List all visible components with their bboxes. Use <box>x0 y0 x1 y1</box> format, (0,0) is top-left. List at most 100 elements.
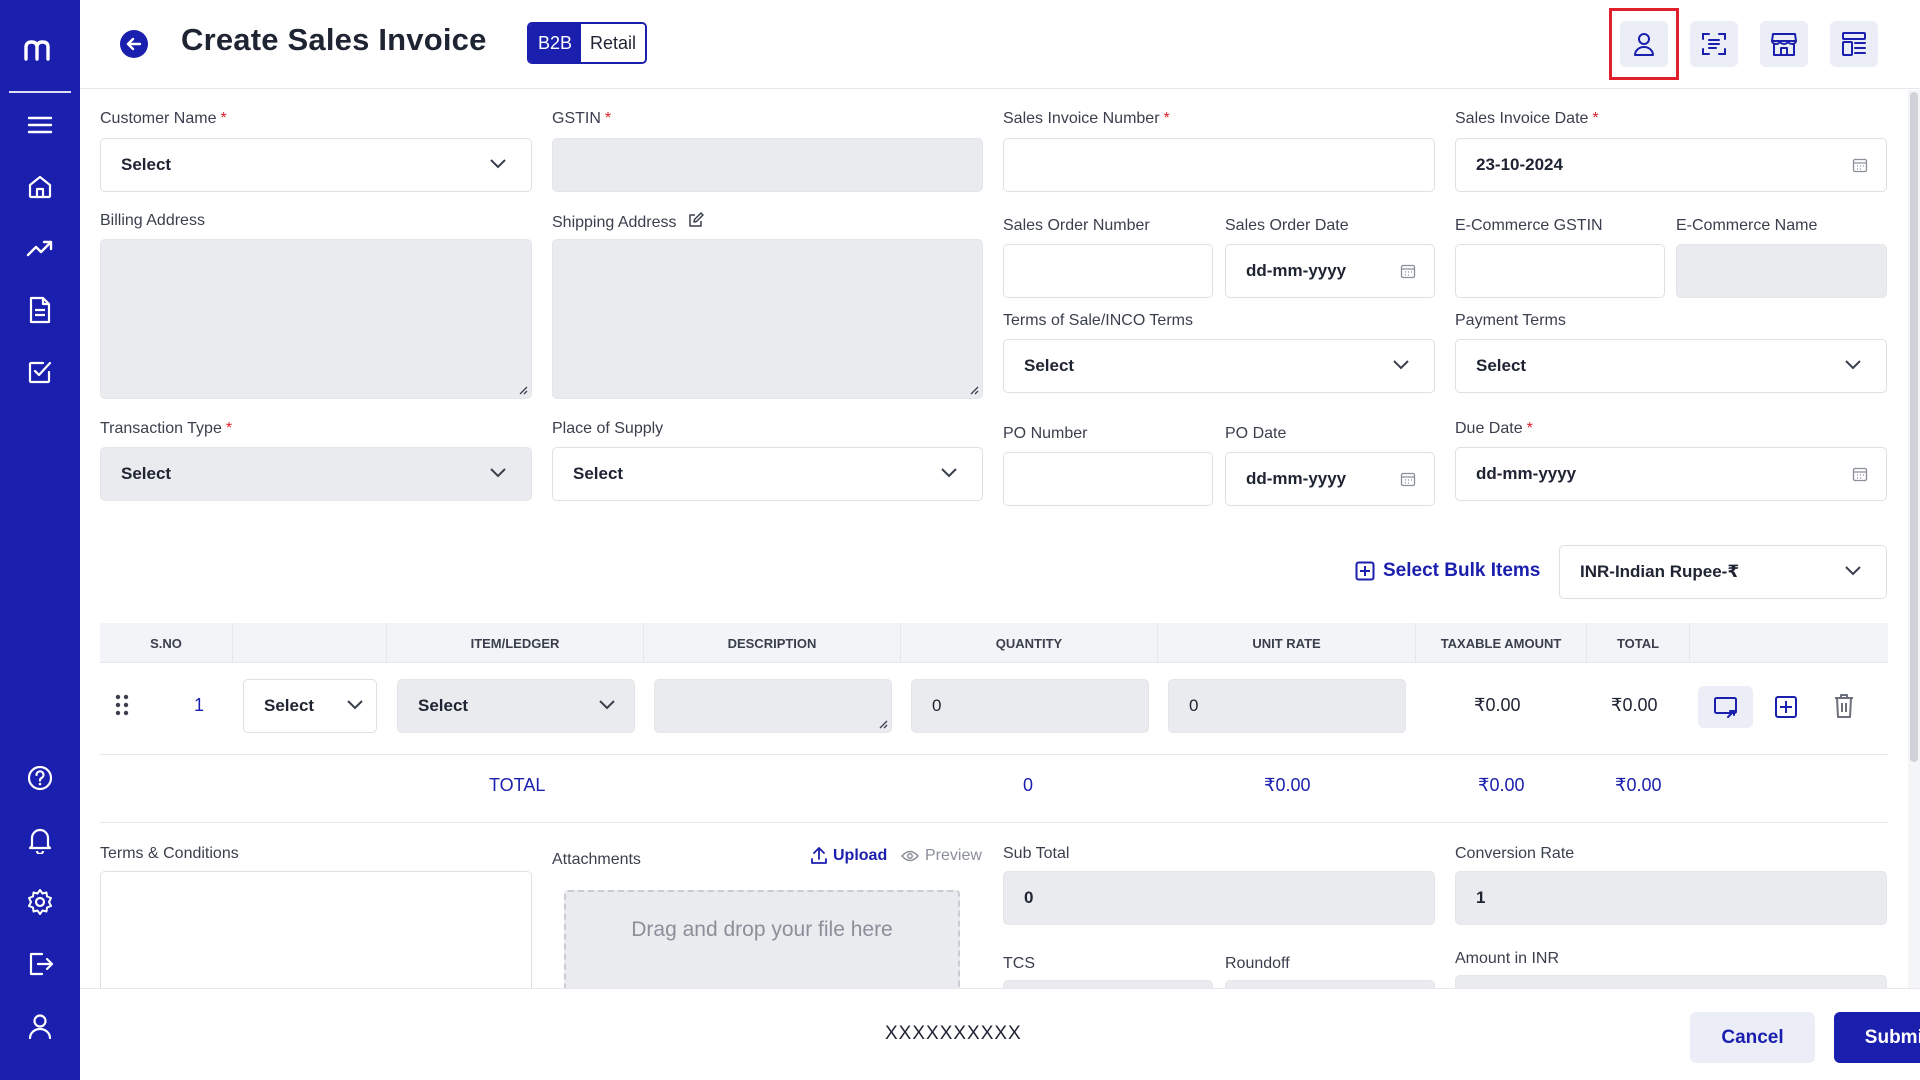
footer-code: XXXXXXXXXX <box>885 1023 1022 1044</box>
toggle-b2b[interactable]: B2B <box>529 24 582 62</box>
b2b-retail-toggle[interactable]: B2B Retail <box>527 22 648 64</box>
upload-button[interactable]: Upload <box>811 847 887 865</box>
page-title: Create Sales Invoice <box>181 22 487 57</box>
sub-total-input[interactable]: 0 <box>1003 871 1435 925</box>
bell-icon[interactable] <box>24 824 56 856</box>
edit-icon[interactable] <box>687 212 704 229</box>
payment-terms-select[interactable]: Select <box>1455 339 1887 393</box>
document-icon[interactable] <box>24 294 56 326</box>
row-description-textarea[interactable] <box>654 679 892 733</box>
col-taxable-amount: TAXABLE AMOUNT <box>1416 623 1587 663</box>
chevron-down-icon <box>490 468 506 478</box>
customer-name-value: Select <box>121 155 172 174</box>
back-arrow-icon[interactable] <box>120 30 148 58</box>
customer-name-select[interactable]: Select <box>100 138 532 192</box>
col-quantity: QUANTITY <box>901 623 1158 663</box>
scrollbar-thumb[interactable] <box>1910 92 1918 762</box>
ecommerce-gstin-input[interactable] <box>1455 244 1665 298</box>
layout-icon[interactable] <box>1830 21 1878 67</box>
attachments-label: Attachments <box>552 851 641 868</box>
row-type-select[interactable]: Select <box>243 679 377 733</box>
col-sno: S.NO <box>100 623 233 663</box>
place-of-supply-value: Select <box>573 464 624 483</box>
invoice-form: Customer Name * GSTIN * Sales Invoice Numb… <box>80 90 1900 988</box>
place-of-supply-select[interactable]: Select <box>552 447 983 501</box>
help-icon[interactable] <box>24 762 56 794</box>
gstin-label: GSTIN * <box>552 110 612 127</box>
eye-icon <box>901 850 919 862</box>
terms-conditions-label: Terms & Conditions <box>100 845 239 862</box>
po-date-label: PO Date <box>1225 425 1287 442</box>
currency-select[interactable]: INR-Indian Rupee-₹ <box>1559 545 1887 599</box>
place-of-supply-label: Place of Supply <box>552 420 664 437</box>
upload-label: Upload <box>833 847 888 864</box>
row-item-ledger-select[interactable]: Select <box>397 679 635 733</box>
totals-divider <box>100 822 1888 823</box>
row-quantity-input[interactable]: 0 <box>911 679 1149 733</box>
gstin-input[interactable] <box>552 138 983 192</box>
preview-label: Preview <box>925 847 982 864</box>
billing-address-label: Billing Address <box>100 212 205 229</box>
transaction-type-select[interactable]: Select <box>100 447 532 501</box>
home-icon[interactable] <box>24 171 56 203</box>
shipping-address-label: Shipping Address <box>552 212 704 232</box>
row-add-icon[interactable] <box>1774 695 1798 724</box>
calendar-icon[interactable] <box>1400 471 1416 487</box>
toggle-retail[interactable]: Retail <box>581 24 646 62</box>
select-bulk-items-button[interactable]: Select Bulk Items <box>1355 560 1540 582</box>
sales-invoice-date-input[interactable]: 23-10-2024 <box>1455 138 1887 192</box>
row-divider <box>100 754 1888 755</box>
dropzone-text: Drag and drop your file here <box>631 918 893 941</box>
sales-invoice-date-label: Sales Invoice Date * <box>1455 110 1599 127</box>
sales-order-number-input[interactable] <box>1003 244 1213 298</box>
preview-button[interactable]: Preview <box>901 847 982 865</box>
sales-order-date-input[interactable]: dd-mm-yyyy <box>1225 244 1435 298</box>
task-check-icon[interactable] <box>24 356 56 388</box>
row-delete-trash-icon[interactable] <box>1833 693 1855 724</box>
scan-icon[interactable] <box>1690 21 1738 67</box>
menu-icon[interactable] <box>24 109 56 141</box>
calendar-icon[interactable] <box>1400 263 1416 279</box>
row-sno: 1 <box>194 695 205 715</box>
due-date-value: dd-mm-yyyy <box>1476 464 1577 483</box>
shipping-address-textarea[interactable] <box>552 239 983 399</box>
resize-handle-icon[interactable] <box>969 385 979 395</box>
resize-handle-icon[interactable] <box>878 719 888 729</box>
billing-address-textarea[interactable] <box>100 239 532 399</box>
resize-handle-icon[interactable] <box>518 385 528 395</box>
page-header: Create Sales Invoice B2B Retail <box>80 0 1920 89</box>
trending-icon[interactable] <box>24 232 56 264</box>
sales-invoice-number-input[interactable] <box>1003 138 1435 192</box>
po-number-label: PO Number <box>1003 425 1088 442</box>
app-logo[interactable] <box>0 28 80 72</box>
po-date-input[interactable]: dd-mm-yyyy <box>1225 452 1435 506</box>
highlight-box <box>1609 8 1679 80</box>
sales-order-number-label: Sales Order Number <box>1003 217 1150 234</box>
sidebar <box>0 0 80 1080</box>
conversion-rate-input[interactable]: 1 <box>1455 871 1887 925</box>
calendar-icon[interactable] <box>1852 157 1868 173</box>
payment-terms-label: Payment Terms <box>1455 312 1566 329</box>
submit-button[interactable]: Submit <box>1834 1012 1920 1063</box>
row-unit-rate-input[interactable]: 0 <box>1168 679 1406 733</box>
totals-label: TOTAL <box>489 775 546 795</box>
settings-gear-icon[interactable] <box>24 886 56 918</box>
roundoff-label: Roundoff <box>1225 955 1290 972</box>
add-box-icon <box>1355 561 1375 581</box>
terms-of-sale-select[interactable]: Select <box>1003 339 1435 393</box>
totals-unit-rate: ₹0.00 <box>1264 775 1311 795</box>
ecommerce-name-input[interactable] <box>1676 244 1887 298</box>
vertical-scrollbar[interactable] <box>1908 90 1920 988</box>
due-date-input[interactable]: dd-mm-yyyy <box>1455 447 1887 501</box>
profile-icon[interactable] <box>24 1010 56 1042</box>
row-taxable-amount: ₹0.00 <box>1474 695 1521 715</box>
store-icon[interactable] <box>1760 21 1808 67</box>
row-cast-icon[interactable] <box>1698 686 1753 728</box>
cancel-button[interactable]: Cancel <box>1690 1012 1815 1063</box>
logout-icon[interactable] <box>24 948 56 980</box>
po-number-input[interactable] <box>1003 452 1213 506</box>
drag-handle-icon[interactable] <box>115 694 129 721</box>
chevron-down-icon <box>1393 360 1409 370</box>
calendar-icon[interactable] <box>1852 466 1868 482</box>
col-total: TOTAL <box>1587 623 1690 663</box>
